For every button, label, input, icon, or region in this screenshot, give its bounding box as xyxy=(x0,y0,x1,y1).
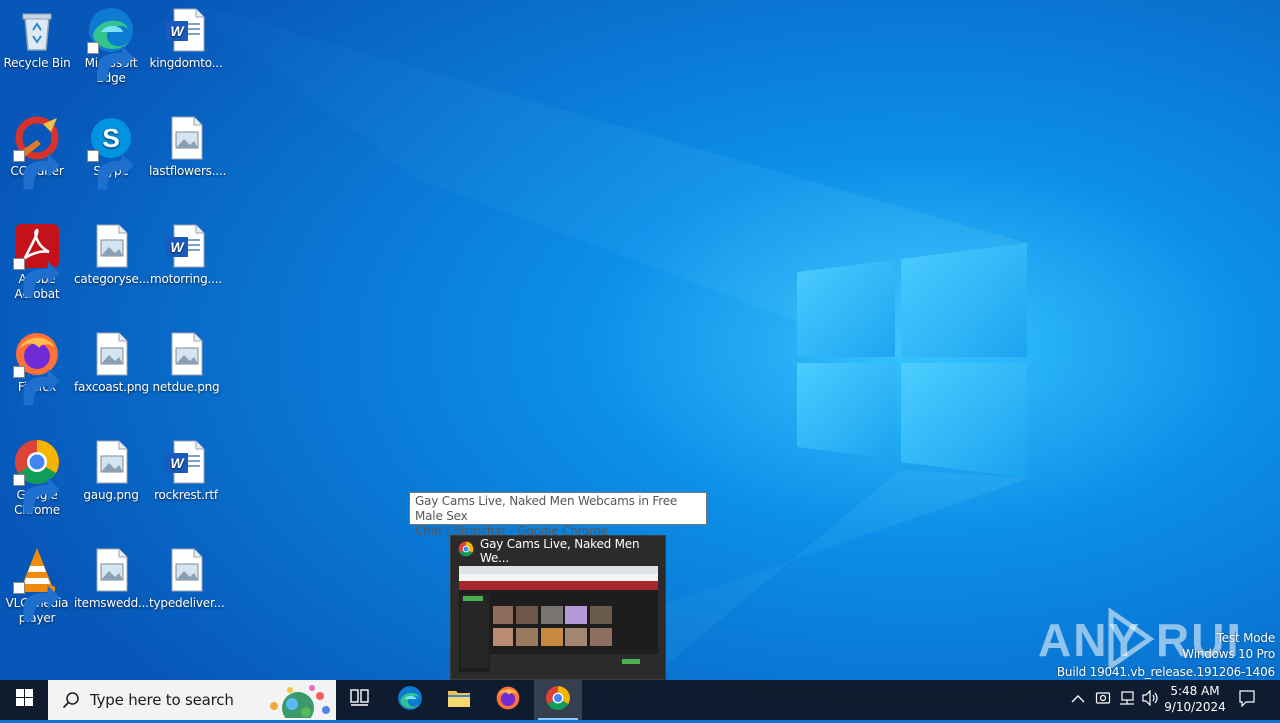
meet-now-button[interactable] xyxy=(1092,680,1114,720)
preview-thumbnail[interactable] xyxy=(459,566,658,672)
shortcut-arrow-icon xyxy=(13,366,60,406)
desktop-icon-motorring[interactable]: Wmotorring.... xyxy=(149,222,223,287)
taskbar-firefox-button[interactable] xyxy=(484,680,532,720)
desktop-icon-netdue[interactable]: netdue.png xyxy=(149,330,223,395)
taskbar-clock[interactable]: 5:48 AM 9/10/2024 xyxy=(1163,680,1227,720)
acrobat-icon xyxy=(13,222,61,298)
desktop-icon-gaug[interactable]: gaug.png xyxy=(74,438,148,503)
vlc-icon xyxy=(13,546,61,622)
start-button[interactable] xyxy=(0,680,48,720)
network-button[interactable] xyxy=(1116,680,1138,720)
image-file-icon xyxy=(87,546,135,594)
desktop-icon-label: itemswedd... xyxy=(74,596,149,610)
image-file-icon xyxy=(162,330,210,378)
clock-date: 9/10/2024 xyxy=(1164,700,1226,714)
desktop-icon-label: netdue.png xyxy=(152,380,220,394)
desktop-icon-itemswedd[interactable]: itemswedd... xyxy=(74,546,149,611)
firefox-icon xyxy=(13,330,61,406)
desktop-icon-label: kingdomto... xyxy=(149,56,223,70)
image-file-icon xyxy=(87,330,135,378)
network-icon xyxy=(1119,690,1135,711)
desktop-icon-microsoft-edge[interactable]: Microsoft Edge xyxy=(74,6,148,86)
volume-button[interactable] xyxy=(1140,680,1162,720)
desktop-icon-kingdomto[interactable]: Wkingdomto... xyxy=(149,6,223,71)
desktop-icon-rockrest[interactable]: Wrockrest.rtf xyxy=(149,438,223,503)
desktop-icon-label: Recycle Bin xyxy=(3,56,71,70)
preview-header: Gay Cams Live, Naked Men We... xyxy=(458,537,665,565)
word-document-icon: W xyxy=(162,438,210,486)
recycle-bin-icon xyxy=(13,6,61,54)
shortcut-arrow-icon xyxy=(87,42,134,82)
desktop-icon-faxcoast[interactable]: faxcoast.png xyxy=(74,330,149,395)
edge-icon xyxy=(87,6,135,82)
volume-icon xyxy=(1142,689,1160,711)
image-file-icon xyxy=(162,546,210,594)
desktop-icon-adobe-acrobat[interactable]: Adobe Acrobat xyxy=(0,222,74,302)
skype-icon: S xyxy=(87,114,135,190)
shortcut-arrow-icon xyxy=(87,150,134,190)
desktop-icon-skype[interactable]: SSkype xyxy=(74,114,148,190)
shortcut-arrow-icon xyxy=(13,474,60,514)
search-input[interactable] xyxy=(88,690,262,710)
chrome-icon xyxy=(545,685,571,716)
shortcut-arrow-icon xyxy=(13,258,60,298)
chrome-icon xyxy=(13,438,61,514)
svg-text:S: S xyxy=(102,123,119,153)
chevron-up-icon xyxy=(1071,691,1085,709)
word-document-icon: W xyxy=(162,6,210,54)
desktop-icon-recycle-bin[interactable]: Recycle Bin xyxy=(0,6,74,71)
shortcut-arrow-icon xyxy=(13,582,60,622)
desktop-icon-label: gaug.png xyxy=(83,488,139,502)
notification-icon xyxy=(1238,689,1256,712)
desktop-icon-firefox[interactable]: Firefox xyxy=(0,330,74,406)
desktop-icon-google-chrome[interactable]: Google Chrome xyxy=(0,438,74,518)
svg-text:W: W xyxy=(170,23,185,39)
preview-title: Gay Cams Live, Naked Men We... xyxy=(480,537,640,565)
watermark-test-mode: Test Mode xyxy=(1216,631,1276,645)
taskbar-tooltip: Gay Cams Live, Naked Men Webcams in Free… xyxy=(409,492,707,538)
search-highlight-illustration-icon xyxy=(260,682,334,723)
desktop-icon-label: rockrest.rtf xyxy=(154,488,218,502)
word-document-icon: W xyxy=(162,222,210,270)
meet-now-icon xyxy=(1095,690,1111,711)
firefox-icon xyxy=(495,685,521,716)
svg-text:W: W xyxy=(170,455,185,471)
taskbar-file-explorer-button[interactable] xyxy=(435,680,483,720)
taskbar-edge-button[interactable] xyxy=(386,680,434,720)
taskbar: 5:48 AM 9/10/2024 xyxy=(0,680,1280,723)
chrome-icon xyxy=(458,541,474,562)
tooltip-line-1: Gay Cams Live, Naked Men Webcams in Free… xyxy=(415,494,678,523)
edge-icon xyxy=(397,685,423,716)
clock-time: 5:48 AM xyxy=(1170,684,1220,698)
windows-logo-icon xyxy=(15,689,33,711)
desktop-icon-vlc[interactable]: VLC media player xyxy=(0,546,74,626)
ccleaner-icon xyxy=(13,114,61,190)
desktop-icon-lastflowers[interactable]: lastflowers.... xyxy=(149,114,227,179)
search-icon xyxy=(62,691,80,709)
desktop-icon-label: typedeliver... xyxy=(149,596,225,610)
image-file-icon xyxy=(87,438,135,486)
watermark-build: Build 19041.vb_release.191206-1406 xyxy=(1056,665,1275,679)
folder-icon xyxy=(447,688,471,713)
action-center-button[interactable] xyxy=(1232,680,1262,720)
desktop-icon-label: motorring.... xyxy=(150,272,222,286)
desktop-icon-typedeliver[interactable]: typedeliver... xyxy=(149,546,225,611)
chrome-window-preview[interactable]: Gay Cams Live, Naked Men We... xyxy=(450,535,666,680)
show-hidden-icons-button[interactable] xyxy=(1066,680,1090,720)
taskbar-chrome-button[interactable] xyxy=(534,680,582,720)
desktop-icon-label: categoryse... xyxy=(74,272,150,286)
taskbar-search-box[interactable] xyxy=(48,680,336,723)
watermark-edition: Windows 10 Pro xyxy=(1182,647,1275,661)
shortcut-arrow-icon xyxy=(13,150,60,190)
task-view-button[interactable] xyxy=(336,680,384,720)
desktop-icon-ccleaner[interactable]: CCleaner xyxy=(0,114,74,190)
desktop-icon-label: lastflowers.... xyxy=(149,164,227,178)
task-view-icon xyxy=(350,688,370,712)
image-file-icon xyxy=(162,114,210,162)
svg-text:W: W xyxy=(170,239,185,255)
desktop-icon-categoryse[interactable]: categoryse... xyxy=(74,222,150,287)
image-file-icon xyxy=(87,222,135,270)
desktop-icon-label: faxcoast.png xyxy=(74,380,149,394)
